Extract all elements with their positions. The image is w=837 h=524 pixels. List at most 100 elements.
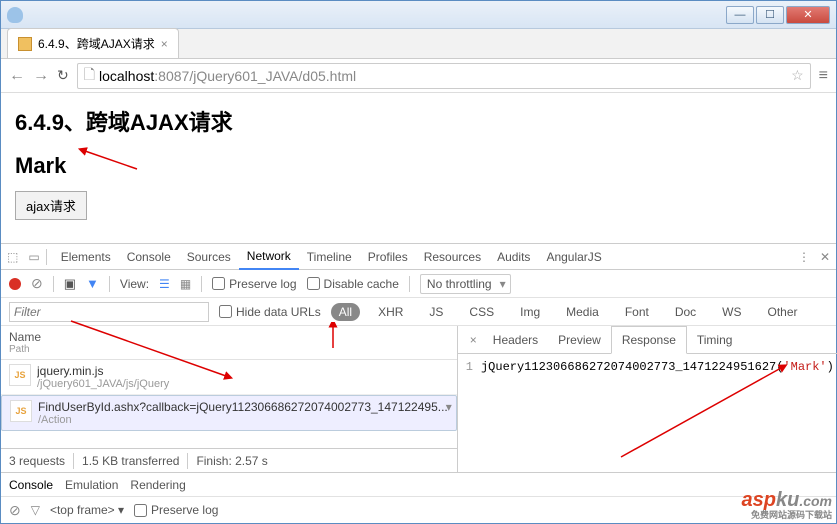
- hide-data-urls-checkbox[interactable]: Hide data URLs: [219, 305, 321, 319]
- request-list: Name Path JS jquery.min.js /jQuery601_JA…: [1, 326, 458, 472]
- page-icon: 🗋: [84, 64, 95, 88]
- url-path: /jQuery601_JAVA/d05.html: [189, 68, 356, 84]
- close-button[interactable]: ✕: [786, 6, 830, 24]
- drawer-tabs: Console Emulation Rendering: [1, 473, 836, 497]
- clear-button[interactable]: ⊘: [31, 275, 43, 292]
- console-filter-icon[interactable]: ▽: [31, 503, 40, 517]
- request-row[interactable]: JS jquery.min.js /jQuery601_JAVA/js/jQue…: [1, 360, 457, 395]
- request-name: jquery.min.js: [37, 364, 169, 378]
- network-status-bar: 3 requests 1.5 KB transferred Finish: 2.…: [1, 448, 457, 472]
- filter-ws[interactable]: WS: [714, 303, 749, 321]
- col-name: Name: [9, 330, 449, 344]
- devtools-more-icon[interactable]: ⋮: [798, 250, 810, 264]
- favicon-icon: [18, 37, 32, 51]
- address-input[interactable]: 🗋 localhost:8087/jQuery601_JAVA/d05.html…: [77, 63, 811, 89]
- tab-console[interactable]: Console: [119, 244, 179, 270]
- filter-other[interactable]: Other: [760, 303, 806, 321]
- request-detail: × Headers Preview Response Timing 1 jQue…: [458, 326, 837, 472]
- tab-sources[interactable]: Sources: [179, 244, 239, 270]
- minimize-button[interactable]: —: [726, 6, 754, 24]
- list-view-icon[interactable]: ☰: [159, 277, 170, 291]
- browser-window: — ☐ ✕ 6.4.9、跨域AJAX请求 × ← → ↻ 🗋 localhost…: [0, 0, 837, 524]
- status-finish: Finish: 2.57 s: [196, 454, 267, 468]
- filter-img[interactable]: Img: [512, 303, 548, 321]
- filter-media[interactable]: Media: [558, 303, 607, 321]
- url-bar: ← → ↻ 🗋 localhost:8087/jQuery601_JAVA/d0…: [1, 59, 836, 93]
- filter-all[interactable]: All: [331, 303, 360, 321]
- tab-audits[interactable]: Audits: [489, 244, 538, 270]
- tab-elements[interactable]: Elements: [53, 244, 119, 270]
- device-icon[interactable]: ▭: [28, 250, 39, 264]
- filter-input[interactable]: [9, 302, 209, 322]
- frame-select[interactable]: <top frame> ▾: [50, 503, 124, 517]
- filter-js[interactable]: JS: [421, 303, 451, 321]
- disable-cache-checkbox[interactable]: Disable cache: [307, 277, 399, 291]
- filter-toggle-icon[interactable]: ▼: [86, 276, 99, 291]
- filter-xhr[interactable]: XHR: [370, 303, 411, 321]
- user-icon: [7, 7, 23, 23]
- record-button[interactable]: [9, 278, 21, 290]
- tab-profiles[interactable]: Profiles: [360, 244, 416, 270]
- inspect-icon[interactable]: ⬚: [7, 250, 18, 264]
- filter-font[interactable]: Font: [617, 303, 657, 321]
- detail-tab-preview[interactable]: Preview: [548, 326, 611, 354]
- filter-doc[interactable]: Doc: [667, 303, 704, 321]
- tab-close-icon[interactable]: ×: [161, 37, 168, 51]
- status-requests: 3 requests: [9, 454, 65, 468]
- detail-tabs: × Headers Preview Response Timing: [458, 326, 837, 354]
- response-body: 1 jQuery112306686272074002773_1471224951…: [458, 354, 837, 472]
- screenshot-icon[interactable]: ▣: [64, 276, 76, 292]
- forward-button[interactable]: →: [33, 67, 49, 85]
- line-number: 1: [466, 360, 473, 466]
- detail-tab-response[interactable]: Response: [611, 326, 687, 354]
- ajax-request-button[interactable]: ajax请求: [15, 191, 87, 220]
- devtools-tabs: ⬚ ▭ Elements Console Sources Network Tim…: [1, 244, 836, 270]
- tab-timeline[interactable]: Timeline: [299, 244, 360, 270]
- network-toolbar: ⊘ ▣ ▼ View: ☰ ▦ Preserve log Disable cac…: [1, 270, 836, 298]
- tab-angularjs[interactable]: AngularJS: [538, 244, 609, 270]
- bookmark-icon[interactable]: ☆: [791, 67, 804, 84]
- request-name: FindUserById.ashx?callback=jQuery1123066…: [38, 400, 448, 414]
- detail-close-icon[interactable]: ×: [464, 333, 483, 347]
- console-preserve-log-checkbox[interactable]: Preserve log: [134, 503, 218, 517]
- devtools-panel: ⬚ ▭ Elements Console Sources Network Tim…: [1, 243, 836, 523]
- preserve-log-checkbox[interactable]: Preserve log: [212, 277, 296, 291]
- request-path: /jQuery601_JAVA/js/jQuery: [37, 378, 169, 390]
- response-prefix: jQuery112306686272074002773_147122495162…: [481, 360, 783, 374]
- tab-network[interactable]: Network: [239, 244, 299, 270]
- request-row[interactable]: JS FindUserById.ashx?callback=jQuery1123…: [1, 395, 457, 431]
- window-controls: — ☐ ✕: [726, 6, 830, 24]
- page-heading: 6.4.9、跨域AJAX请求: [15, 105, 822, 137]
- console-clear-icon[interactable]: ⊘: [9, 502, 21, 519]
- network-body: Name Path JS jquery.min.js /jQuery601_JA…: [1, 326, 836, 472]
- url-port: :8087: [154, 68, 189, 84]
- filter-css[interactable]: CSS: [461, 303, 502, 321]
- tab-title: 6.4.9、跨域AJAX请求: [38, 35, 155, 52]
- throttling-select[interactable]: No throttling: [420, 274, 511, 294]
- reload-button[interactable]: ↻: [57, 67, 69, 84]
- devtools-drawer: Console Emulation Rendering ⊘ ▽ <top fra…: [1, 472, 836, 523]
- page-content: 6.4.9、跨域AJAX请求 Mark ajax请求: [1, 93, 836, 243]
- back-button[interactable]: ←: [9, 67, 25, 85]
- tab-resources[interactable]: Resources: [416, 244, 489, 270]
- devtools-close-icon[interactable]: ✕: [820, 250, 830, 264]
- request-path: /Action: [38, 414, 448, 426]
- maximize-button[interactable]: ☐: [756, 6, 784, 24]
- frame-view-icon[interactable]: ▦: [180, 277, 191, 291]
- request-list-header: Name Path: [1, 326, 457, 360]
- drawer-tab-rendering[interactable]: Rendering: [130, 478, 185, 492]
- response-string: 'Mark': [783, 360, 826, 374]
- window-titlebar: — ☐ ✕: [1, 1, 836, 29]
- status-transferred: 1.5 KB transferred: [82, 454, 179, 468]
- console-toolbar: ⊘ ▽ <top frame> ▾ Preserve log: [1, 497, 836, 523]
- tab-strip: 6.4.9、跨域AJAX请求 ×: [1, 29, 836, 59]
- browser-tab[interactable]: 6.4.9、跨域AJAX请求 ×: [7, 28, 179, 58]
- response-suffix: ): [827, 360, 834, 374]
- url-host: localhost: [99, 68, 154, 84]
- menu-button[interactable]: ≡: [819, 67, 828, 85]
- view-label: View:: [120, 277, 149, 291]
- detail-tab-timing[interactable]: Timing: [687, 326, 743, 354]
- drawer-tab-console[interactable]: Console: [9, 478, 53, 492]
- drawer-tab-emulation[interactable]: Emulation: [65, 478, 118, 492]
- detail-tab-headers[interactable]: Headers: [483, 326, 548, 354]
